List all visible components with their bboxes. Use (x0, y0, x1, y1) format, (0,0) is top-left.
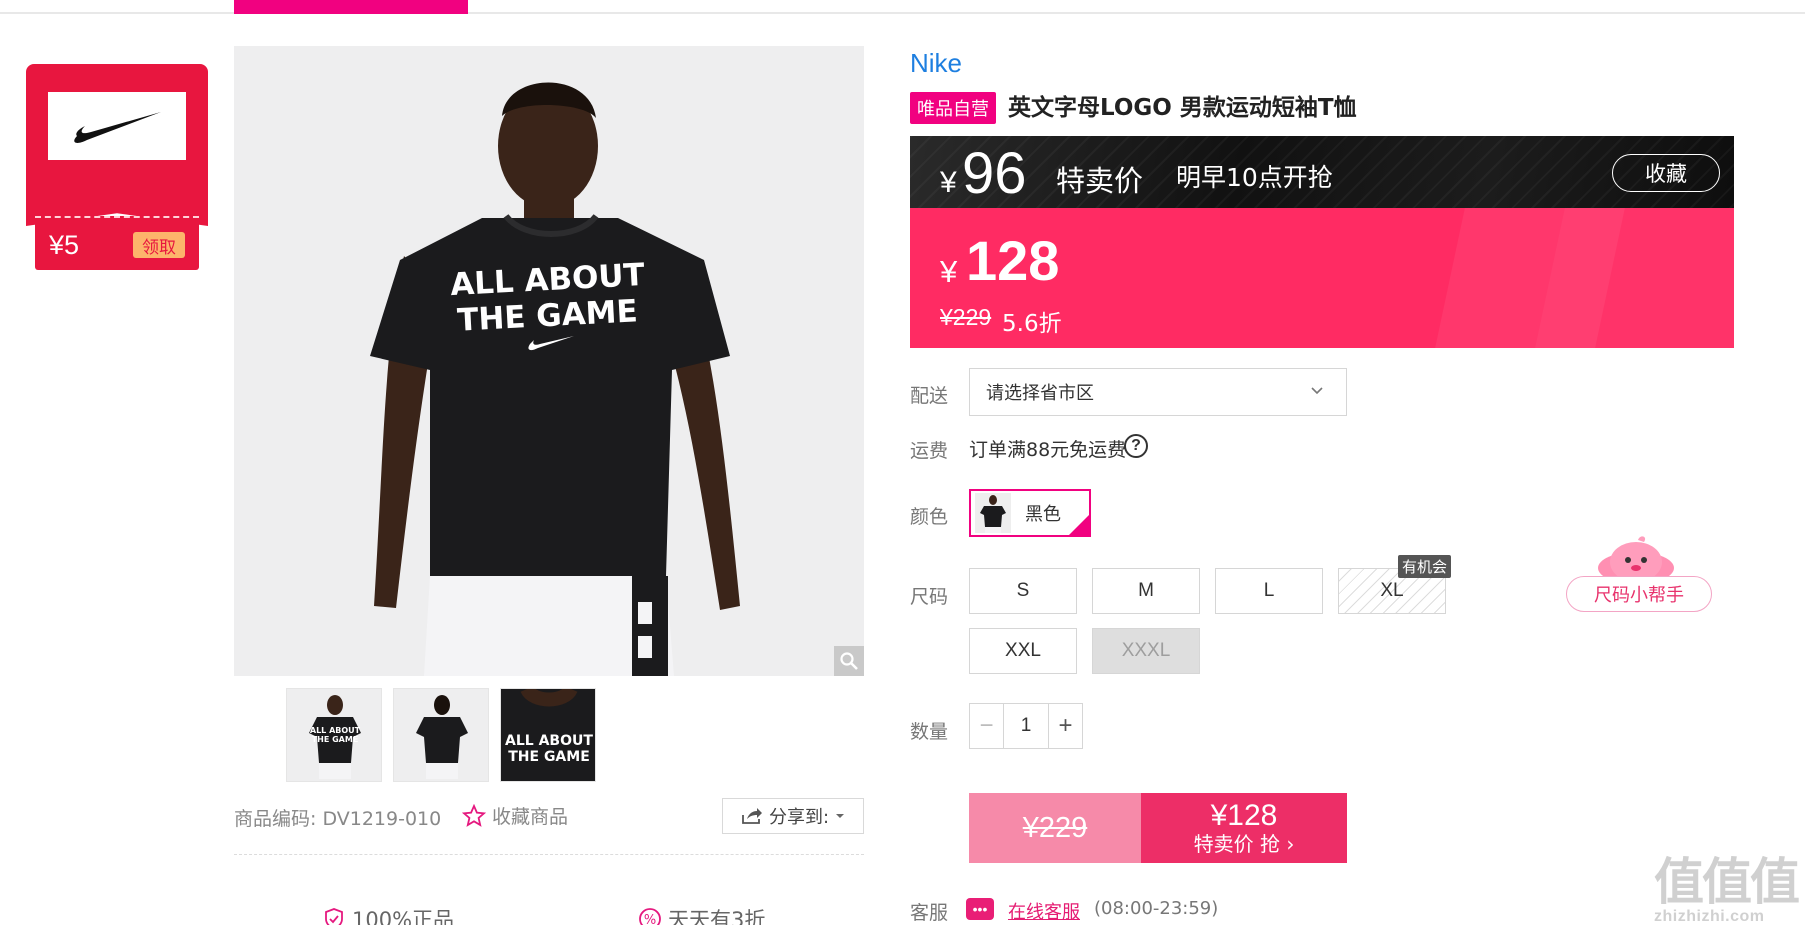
selected-check-icon (1069, 515, 1089, 535)
original-price: ¥229 (940, 304, 992, 330)
size-chance-tag: 有机会 (1398, 555, 1452, 578)
size-option-xxl[interactable]: XXL (969, 628, 1077, 674)
star-icon (462, 803, 486, 827)
promise-authentic: 100%正品 (322, 904, 454, 925)
svg-text:THE GAME: THE GAME (312, 735, 359, 744)
share-label: 分享到: (768, 807, 830, 828)
nike-logo (48, 92, 186, 160)
favorite-goods-button[interactable]: 收藏商品 (462, 802, 568, 829)
buy-original-price: ¥229 (969, 793, 1141, 863)
watermark-text: 值值值 (1654, 853, 1800, 911)
buy-button[interactable]: ¥229 ¥128 特卖价 抢 › (969, 793, 1347, 863)
service-hours: (08:00-23:59) (1094, 898, 1219, 919)
special-start-time: 明早10点开抢 (1176, 163, 1333, 192)
coupon-header (26, 64, 208, 212)
discount-rate: 5.6折 (1002, 311, 1062, 337)
size-helper-button[interactable]: 尺码小帮手 (1566, 576, 1712, 612)
color-option-label: 黑色 (1025, 504, 1061, 525)
brand-link[interactable]: Nike (910, 48, 962, 79)
product-code: 商品编码: DV1219-010 (234, 808, 442, 830)
favorite-goods-label: 收藏商品 (492, 806, 569, 828)
thumbnail-front[interactable]: ALL ABOUT THE GAME (286, 688, 382, 782)
quantity-value[interactable]: 1 (1004, 704, 1048, 748)
promise-discount-label: 天天有3折 (668, 908, 766, 925)
freight-label: 运费 (910, 440, 949, 462)
swoosh-icon (74, 112, 161, 143)
svg-text:ALL ABOUT: ALL ABOUT (310, 726, 361, 735)
promise-authentic-label: 100%正品 (352, 908, 455, 925)
size-option-xxxl: XXXL (1092, 628, 1200, 674)
delivery-label: 配送 (910, 385, 949, 407)
freight-info: 订单满88元免运费 (969, 439, 1127, 461)
buy-price: ¥128 (1210, 799, 1278, 832)
coupon-claim-button[interactable]: 领取 (133, 232, 185, 258)
size-option-m[interactable]: M (1092, 568, 1200, 614)
promise-discount: % 天天有3折 (638, 904, 765, 925)
current-price: 128 (966, 229, 1060, 292)
color-thumbnail (975, 493, 1011, 533)
svg-text:THE GAME: THE GAME (508, 749, 590, 765)
product-title: 英文字母LOGO 男款运动短袖T恤 (1008, 95, 1357, 121)
quantity-label: 数量 (910, 721, 949, 743)
color-label: 颜色 (910, 506, 949, 528)
special-price-bar: ¥ 96 特卖价 明早10点开抢 收藏 (910, 136, 1734, 208)
size-option-s[interactable]: S (969, 568, 1077, 614)
help-icon[interactable]: ? (1124, 434, 1148, 458)
current-yen: ¥ (940, 254, 958, 289)
size-label: 尺码 (910, 586, 949, 608)
divider (234, 854, 864, 855)
buy-action-label: 特卖价 抢 › (1193, 832, 1295, 856)
current-price-panel: ¥ 128 ¥229 5.6折 (910, 208, 1734, 348)
region-select-placeholder: 请选择省市区 (986, 383, 1094, 404)
chevron-down-icon (1311, 387, 1323, 395)
quantity-stepper[interactable]: − 1 + (969, 703, 1083, 749)
svg-text:ALL ABOUT: ALL ABOUT (505, 733, 593, 749)
caret-down-icon (836, 814, 845, 818)
coupon-footer: ¥5 领取 (35, 216, 199, 270)
self-operated-badge: 唯品自营 (910, 92, 996, 124)
thumbnail-detail[interactable]: ALL ABOUT THE GAME (500, 688, 596, 782)
svg-text:%: % (644, 913, 656, 925)
shield-check-icon (325, 908, 343, 925)
collect-button[interactable]: 收藏 (1612, 154, 1720, 192)
online-service-link[interactable]: 在线客服 (1008, 898, 1080, 924)
region-select[interactable]: 请选择省市区 (969, 368, 1347, 416)
service-label: 客服 (910, 902, 949, 924)
buy-action[interactable]: ¥128 特卖价 抢 › (1141, 793, 1347, 863)
color-option-black[interactable]: 黑色 (969, 489, 1091, 537)
special-yen: ¥ (940, 166, 957, 199)
share-button[interactable]: 分享到: (722, 798, 864, 834)
share-icon (742, 808, 762, 824)
minus-icon[interactable]: − (970, 704, 1004, 748)
chat-icon[interactable]: ••• (966, 898, 994, 920)
coupon-amount: ¥5 (49, 230, 80, 260)
special-price-label: 特卖价 (1056, 164, 1144, 198)
coupon-card[interactable]: ¥5 领取 (26, 64, 208, 270)
special-price: 96 (962, 141, 1027, 206)
watermark: 值值值 zhizhizhi.com (1654, 842, 1800, 925)
thumbnail-back[interactable] (393, 688, 489, 782)
plus-icon[interactable]: + (1048, 704, 1082, 748)
active-tab-indicator (234, 0, 468, 14)
size-option-l[interactable]: L (1215, 568, 1323, 614)
magnifier-icon[interactable] (834, 646, 864, 676)
mascot-icon (1598, 536, 1674, 582)
main-product-image[interactable]: ALL ABOUT THE GAME (234, 46, 864, 676)
percent-badge-icon: % (639, 908, 661, 925)
product-photo: ALL ABOUT THE GAME (234, 46, 864, 676)
